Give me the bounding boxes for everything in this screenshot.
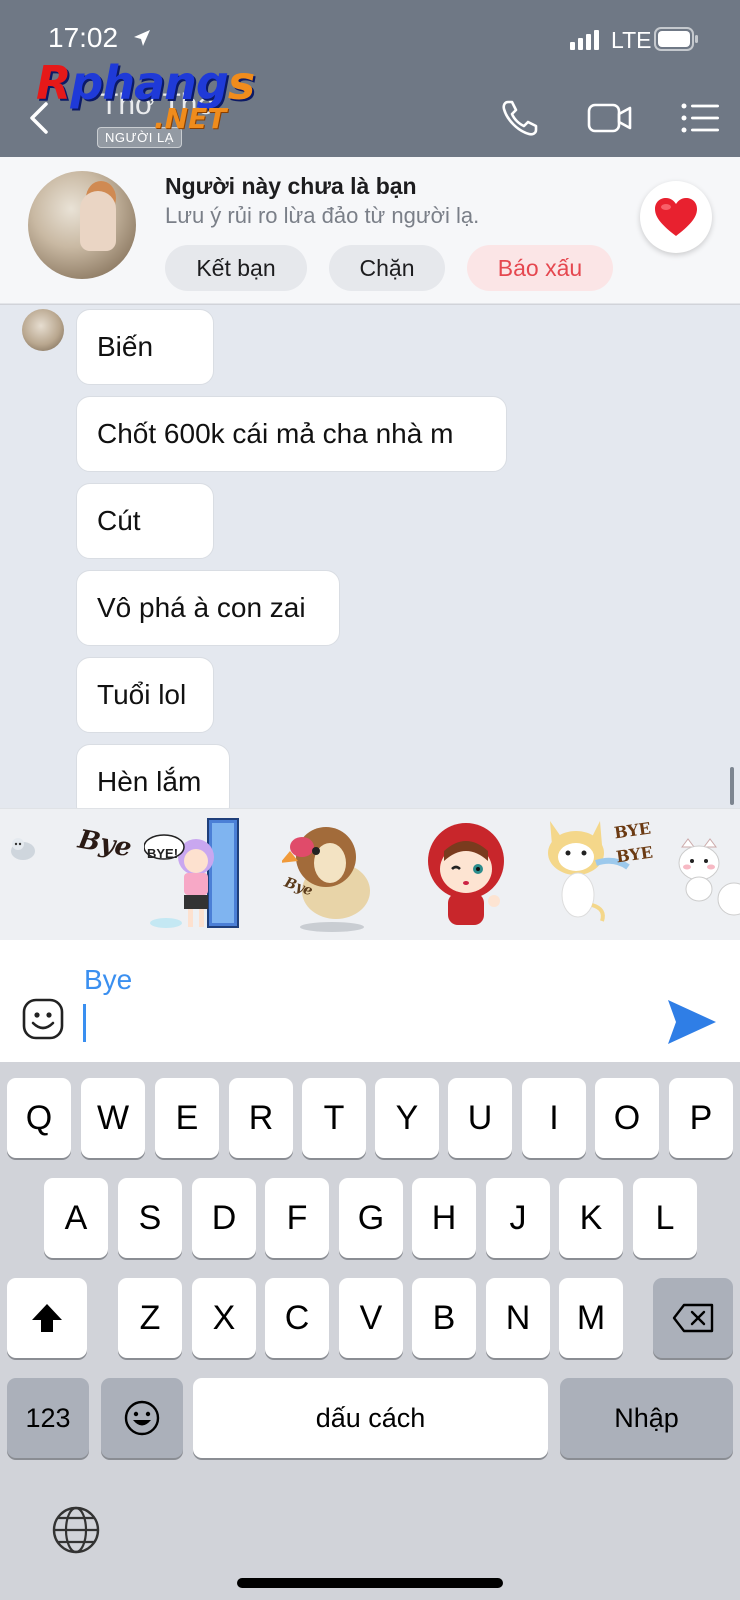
enter-key[interactable]: Nhập [560,1378,733,1458]
signal-icon [570,30,599,50]
key-s[interactable]: S [118,1178,182,1258]
key-w[interactable]: W [81,1078,145,1158]
key-a[interactable]: A [44,1178,108,1258]
key-j[interactable]: J [486,1178,550,1258]
key-o[interactable]: O [595,1078,659,1158]
banner-title: Người này chưa là bạn [165,173,417,199]
status-time: 17:02 [48,22,119,53]
key-f[interactable]: F [265,1178,329,1258]
key-k[interactable]: K [559,1178,623,1258]
key-m[interactable]: M [559,1278,623,1358]
message-bubble[interactable]: Hèn lắm [76,744,230,808]
key-r[interactable]: R [229,1078,293,1158]
key-l[interactable]: L [633,1178,697,1258]
contact-avatar[interactable] [28,171,136,279]
message-bubble[interactable]: Chốt 600k cái mả cha nhà m [76,396,507,472]
cat-sticker[interactable] [6,831,40,865]
key-u[interactable]: U [448,1078,512,1158]
girl-door-image [143,818,239,928]
key-i[interactable]: I [522,1078,586,1158]
heart-icon [655,198,697,236]
message-bubble[interactable]: Biến [76,309,214,385]
white-cat-sticker[interactable] [676,837,740,917]
key-n[interactable]: N [486,1278,550,1358]
key-v[interactable]: V [339,1278,403,1358]
backspace-icon [672,1303,714,1333]
network-type: LTE [611,27,652,53]
message-list[interactable]: Biến Chốt 600k cái mả cha nhà m Cút Vô p… [0,305,740,808]
backspace-key[interactable] [653,1278,733,1358]
home-indicator[interactable] [237,1578,503,1588]
message-bubble[interactable]: Tuổi lol [76,657,214,733]
shift-key[interactable] [7,1278,87,1358]
key-d[interactable]: D [192,1178,256,1258]
menu-icon [681,103,719,133]
banner-subtitle: Lưu ý rủi ro lừa đảo từ người lạ. [165,203,480,228]
keyboard: Q W E R T Y U I O P A S D F G H J K L Z … [0,1062,740,1600]
sticker-suggestions: Bye BYE! Bye BYE BYE [0,808,740,940]
key-h[interactable]: H [412,1178,476,1258]
phone-icon [502,100,538,136]
bye-text-sticker[interactable]: Bye [76,825,134,864]
input-suggestion[interactable]: Bye [84,964,132,996]
send-button[interactable] [666,996,718,1048]
video-icon [587,103,632,133]
options-button[interactable] [676,96,724,140]
message-bubble[interactable]: Vô phá à con zai [76,570,340,646]
girl-door-sticker[interactable]: BYE! [143,815,244,935]
language-switch-button[interactable] [50,1504,102,1556]
scrollbar[interactable] [730,767,734,805]
key-e[interactable]: E [155,1078,219,1158]
yellow-cat-sticker[interactable]: BYE BYE [544,813,654,935]
message-input[interactable] [82,1000,642,1046]
bird-image [280,827,370,932]
key-p[interactable]: P [669,1078,733,1158]
key-z[interactable]: Z [118,1278,182,1358]
watermark-logo: Rphangs .NET [36,56,255,135]
battery-icon [654,27,698,51]
block-button[interactable]: Chặn [329,245,445,291]
numbers-key[interactable]: 123 [7,1378,89,1458]
key-c[interactable]: C [265,1278,329,1358]
key-g[interactable]: G [339,1178,403,1258]
globe-icon [52,1506,100,1554]
chat-header: 17:02 LTE Thơ Thơ NGƯỜI LẠ Rphangs .NET [0,0,740,157]
sender-avatar[interactable] [22,309,64,351]
report-button[interactable]: Báo xấu [467,245,613,291]
key-b[interactable]: B [412,1278,476,1358]
emoji-key[interactable] [101,1378,183,1458]
call-button[interactable] [496,96,544,140]
shift-icon [32,1304,62,1332]
bird-sticker[interactable]: Bye [280,817,382,935]
space-key[interactable]: dấu cách [193,1378,548,1458]
stranger-banner: Người này chưa là bạn Lưu ý rủi ro lừa đ… [0,157,740,304]
message-bubble[interactable]: Cút [76,483,214,559]
like-button[interactable] [640,181,712,253]
key-y[interactable]: Y [375,1078,439,1158]
key-t[interactable]: T [302,1078,366,1158]
red-hood-sticker[interactable] [424,821,508,931]
location-arrow-icon [134,30,150,46]
composer: Bye [0,940,740,1062]
sticker-toggle-button[interactable] [22,998,64,1040]
key-x[interactable]: X [192,1278,256,1358]
bye-bubble-text: BYE! [147,846,179,861]
send-icon [668,1000,716,1044]
add-friend-button[interactable]: Kết bạn [165,245,307,291]
key-q[interactable]: Q [7,1078,71,1158]
video-call-button[interactable] [586,96,634,140]
smiley-icon [22,998,64,1040]
emoji-icon [124,1400,160,1436]
